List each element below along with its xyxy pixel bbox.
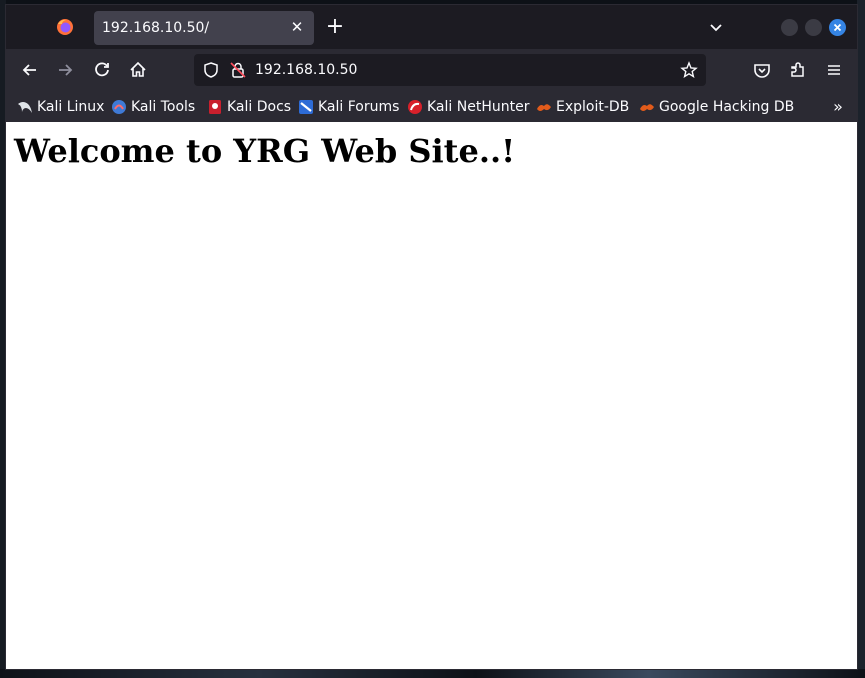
extensions-icon[interactable] <box>787 59 809 81</box>
kali-nethunter-icon <box>408 100 422 114</box>
bookmarks-toolbar: Kali Linux Kali Tools Kali Docs Kali For… <box>6 91 857 122</box>
bookmark-label: Kali Linux <box>37 99 105 115</box>
browser-window: 192.168.10.50/ ✕ + 192.168.10.50 Kali Li… <box>5 4 858 670</box>
kali-forums-icon <box>299 100 313 114</box>
firefox-icon[interactable] <box>56 18 74 36</box>
url-text[interactable]: 192.168.10.50 <box>255 62 357 78</box>
ghdb-icon <box>640 104 654 111</box>
bookmark-google-hacking-db[interactable]: Google Hacking DB <box>639 97 794 117</box>
bookmark-kali-nethunter[interactable]: Kali NetHunter <box>407 97 529 117</box>
desktop-bottom-edge <box>0 669 865 678</box>
bookmark-exploit-db[interactable]: Exploit-DB <box>536 97 629 117</box>
navigation-toolbar: 192.168.10.50 <box>6 49 857 91</box>
insecure-lock-icon[interactable] <box>229 61 247 79</box>
url-bar[interactable]: 192.168.10.50 <box>194 54 706 86</box>
forward-arrow-icon[interactable] <box>54 59 76 81</box>
bookmark-label: Kali Tools <box>131 99 196 115</box>
maximize-button[interactable] <box>805 19 822 36</box>
tab-strip: 192.168.10.50/ ✕ + <box>6 5 857 49</box>
tab-title: 192.168.10.50/ <box>102 20 210 36</box>
kali-dragon-icon <box>18 102 32 113</box>
menu-icon[interactable] <box>823 59 845 81</box>
tab-close-icon[interactable]: ✕ <box>288 18 306 36</box>
kali-tools-icon <box>112 100 126 114</box>
chevron-down-icon[interactable] <box>705 17 727 39</box>
reload-icon[interactable] <box>91 59 113 81</box>
desktop-right-edge <box>857 0 865 678</box>
bookmark-label: Kali Forums <box>318 99 400 115</box>
bookmark-label: Google Hacking DB <box>659 99 795 115</box>
bookmark-label: Exploit-DB <box>556 99 630 115</box>
close-icon <box>833 23 842 32</box>
new-tab-icon[interactable]: + <box>324 16 346 39</box>
bookmarks-overflow-chevron-icon[interactable]: » <box>828 97 848 117</box>
bookmark-label: Kali Docs <box>227 99 292 115</box>
bookmark-star-icon[interactable] <box>680 61 698 79</box>
bookmark-kali-docs[interactable]: Kali Docs <box>207 97 291 117</box>
shield-icon[interactable] <box>202 61 220 79</box>
home-icon[interactable] <box>127 59 149 81</box>
back-arrow-icon[interactable] <box>19 59 41 81</box>
bookmark-kali-linux[interactable]: Kali Linux <box>17 97 104 117</box>
kali-docs-icon <box>209 100 221 114</box>
close-window-button[interactable] <box>829 19 846 36</box>
minimize-button[interactable] <box>781 19 798 36</box>
page-heading: Welcome to YRG Web Site..! <box>14 132 516 170</box>
page-content: Welcome to YRG Web Site..! <box>6 122 857 669</box>
pocket-icon[interactable] <box>751 59 773 81</box>
tab-active[interactable]: 192.168.10.50/ ✕ <box>94 11 314 45</box>
exploit-db-icon <box>537 104 551 111</box>
bookmark-label: Kali NetHunter <box>427 99 530 115</box>
bookmark-kali-forums[interactable]: Kali Forums <box>298 97 399 117</box>
bookmark-kali-tools[interactable]: Kali Tools <box>111 97 195 117</box>
